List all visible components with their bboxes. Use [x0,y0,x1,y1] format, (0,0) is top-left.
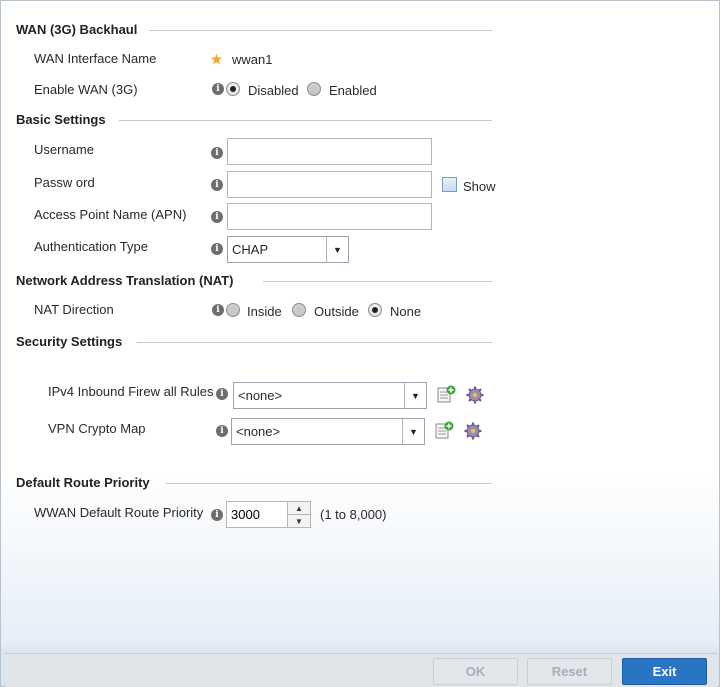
section-title-nat: Network Address Translation (NAT) [16,273,234,288]
info-icon[interactable]: i [216,388,228,400]
info-icon[interactable]: i [211,211,223,223]
info-icon[interactable]: i [211,179,223,191]
section-divider [263,281,492,282]
apn-input[interactable] [227,203,432,230]
ok-button[interactable]: OK [433,658,518,685]
apn-label: Access Point Name (APN) [34,207,187,222]
edit-settings-icon[interactable] [464,385,486,405]
authentication-type-label: Authentication Type [34,239,148,254]
nat-inside-radio[interactable] [226,303,240,317]
enable-wan-label: Enable WAN (3G) [34,82,138,97]
create-new-icon[interactable] [435,421,455,439]
password-label: Passw ord [34,175,95,190]
info-icon[interactable]: i [211,509,223,521]
section-title-security: Security Settings [16,334,123,349]
authentication-type-value: CHAP [232,242,269,257]
authentication-type-select[interactable]: CHAP ▼ [227,236,349,263]
required-star-icon [210,53,223,65]
username-label: Username [34,142,94,157]
dropdown-arrow-icon[interactable]: ▼ [404,383,426,408]
priority-range-hint: (1 to 8,000) [320,507,387,522]
firewall-rules-value: <none> [238,388,283,403]
enable-wan-enabled-label: Enabled [329,83,377,98]
wan-interface-name-label: WAN Interface Name [34,51,157,66]
vpn-crypto-map-value: <none> [236,424,281,439]
firewall-rules-label: IPv4 Inbound Firew all Rules [48,384,214,399]
enable-wan-disabled-radio[interactable] [226,82,240,96]
firewall-rules-select[interactable]: <none> ▼ [233,382,427,409]
info-icon[interactable]: i [211,243,223,255]
password-input[interactable] [227,171,432,198]
spin-up-icon[interactable]: ▲ [288,502,310,515]
nat-outside-radio[interactable] [292,303,306,317]
wwan-settings-panel: WAN (3G) Backhaul WAN Interface Name wwa… [0,0,720,687]
priority-spinner[interactable]: ▲ ▼ [287,501,311,528]
section-title-wan: WAN (3G) Backhaul [16,22,138,37]
nat-none-label: None [390,304,422,319]
info-icon[interactable]: i [212,83,224,95]
nat-outside-label: Outside [314,304,359,319]
spin-down-icon[interactable]: ▼ [288,515,310,528]
enable-wan-disabled-label: Disabled [248,83,299,98]
dropdown-arrow-icon[interactable]: ▼ [326,237,348,262]
section-divider [166,483,492,484]
wwan-route-priority-input[interactable] [226,501,288,528]
exit-button[interactable]: Exit [622,658,707,685]
username-input[interactable] [227,138,432,165]
info-icon[interactable]: i [216,425,228,437]
edit-settings-icon[interactable] [462,421,484,441]
wan-interface-name-value: wwan1 [232,52,273,67]
nat-inside-label: Inside [247,304,282,319]
dropdown-arrow-icon[interactable]: ▼ [402,419,424,444]
section-title-basic: Basic Settings [16,112,106,127]
section-title-route: Default Route Priority [16,475,150,490]
nat-none-radio[interactable] [368,303,382,317]
info-icon[interactable]: i [211,147,223,159]
section-divider [137,342,492,343]
section-divider [149,30,492,31]
show-password-checkbox[interactable] [442,177,457,192]
nat-direction-label: NAT Direction [34,302,114,317]
info-icon[interactable]: i [212,304,224,316]
show-password-label: Show [463,179,496,194]
enable-wan-enabled-radio[interactable] [307,82,321,96]
create-new-icon[interactable] [437,385,457,403]
vpn-crypto-map-select[interactable]: <none> ▼ [231,418,425,445]
vpn-crypto-map-label: VPN Crypto Map [48,421,146,436]
section-divider [119,120,492,121]
reset-button[interactable]: Reset [527,658,612,685]
wwan-route-priority-label: WWAN Default Route Priority [34,505,204,520]
